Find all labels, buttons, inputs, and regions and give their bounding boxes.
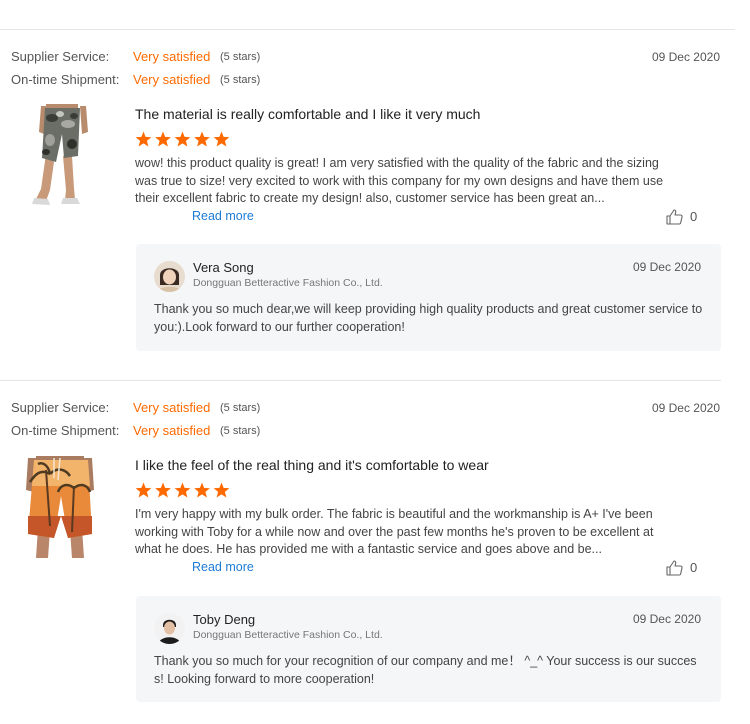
reply-date: 09 Dec 2020 xyxy=(632,260,701,274)
reply-date: 09 Dec 2020 xyxy=(632,612,701,626)
reply-text: Thank you so much dear,we will keep prov… xyxy=(154,302,703,334)
reply-text: Thank you so much for your recognition o… xyxy=(154,654,697,686)
shipment-value: Very satisfied xyxy=(133,423,211,438)
review-date: 09 Dec 2020 xyxy=(651,401,720,415)
avatar xyxy=(154,613,185,644)
like-button[interactable]: 0 xyxy=(666,208,702,226)
shipment-label: On-time Shipment: xyxy=(11,72,120,87)
reply-author-name: Toby Deng xyxy=(193,612,256,627)
reply-company: Dongguan Betteractive Fashion Co., Ltd. xyxy=(193,277,383,289)
shipment-label: On-time Shipment: xyxy=(11,423,120,438)
star-icon xyxy=(194,131,210,147)
star-icon xyxy=(194,482,210,498)
supplier-reply: Vera Song Dongguan Betteractive Fashion … xyxy=(136,244,721,351)
review-text: wow! this product quality is great! I am… xyxy=(135,156,664,206)
like-button[interactable]: 0 xyxy=(666,559,702,577)
read-more-link[interactable]: Read more xyxy=(192,560,254,574)
product-image[interactable] xyxy=(8,104,110,207)
like-count: 0 xyxy=(690,209,698,224)
supplier-service-stars: (5 stars) xyxy=(220,51,261,63)
supplier-service-label: Supplier Service: xyxy=(11,400,110,415)
star-icon xyxy=(135,482,152,498)
review-star-rating xyxy=(135,482,230,499)
supplier-service-stars: (5 stars) xyxy=(220,402,261,414)
review-text: I'm very happy with my bulk order. The f… xyxy=(135,507,654,557)
review-title: The material is really comfortable and I… xyxy=(135,106,481,122)
review-card: Supplier Service: Very satisfied (5 star… xyxy=(0,48,735,358)
shipment-value: Very satisfied xyxy=(133,72,211,87)
product-image[interactable] xyxy=(8,456,110,559)
supplier-service-value: Very satisfied xyxy=(133,49,211,64)
read-more-link[interactable]: Read more xyxy=(192,209,254,223)
shipment-stars: (5 stars) xyxy=(220,74,261,86)
thumbs-up-icon xyxy=(666,560,683,576)
supplier-service-value: Very satisfied xyxy=(133,400,211,415)
reply-company: Dongguan Betteractive Fashion Co., Ltd. xyxy=(193,629,383,641)
thumbs-up-icon xyxy=(666,209,683,225)
star-icon xyxy=(174,482,191,498)
star-icon xyxy=(213,131,230,147)
avatar xyxy=(154,261,185,292)
star-icon xyxy=(135,131,152,147)
supplier-service-label: Supplier Service: xyxy=(11,49,110,64)
review-body: I'm very happy with my bulk order. The f… xyxy=(135,506,665,577)
review-body: wow! this product quality is great! I am… xyxy=(135,155,665,226)
review-divider xyxy=(0,380,721,381)
star-icon xyxy=(155,482,171,498)
review-star-rating xyxy=(135,131,230,148)
review-card: Supplier Service: Very satisfied (5 star… xyxy=(0,399,735,709)
star-icon xyxy=(174,131,191,147)
star-icon xyxy=(155,131,171,147)
like-count: 0 xyxy=(690,560,698,575)
top-divider xyxy=(0,29,735,30)
shipment-stars: (5 stars) xyxy=(220,425,261,437)
review-date: 09 Dec 2020 xyxy=(651,50,720,64)
supplier-reply: Toby Deng Dongguan Betteractive Fashion … xyxy=(136,596,721,702)
reply-author-name: Vera Song xyxy=(193,260,254,275)
review-title: I like the feel of the real thing and it… xyxy=(135,457,489,473)
star-icon xyxy=(213,482,230,498)
